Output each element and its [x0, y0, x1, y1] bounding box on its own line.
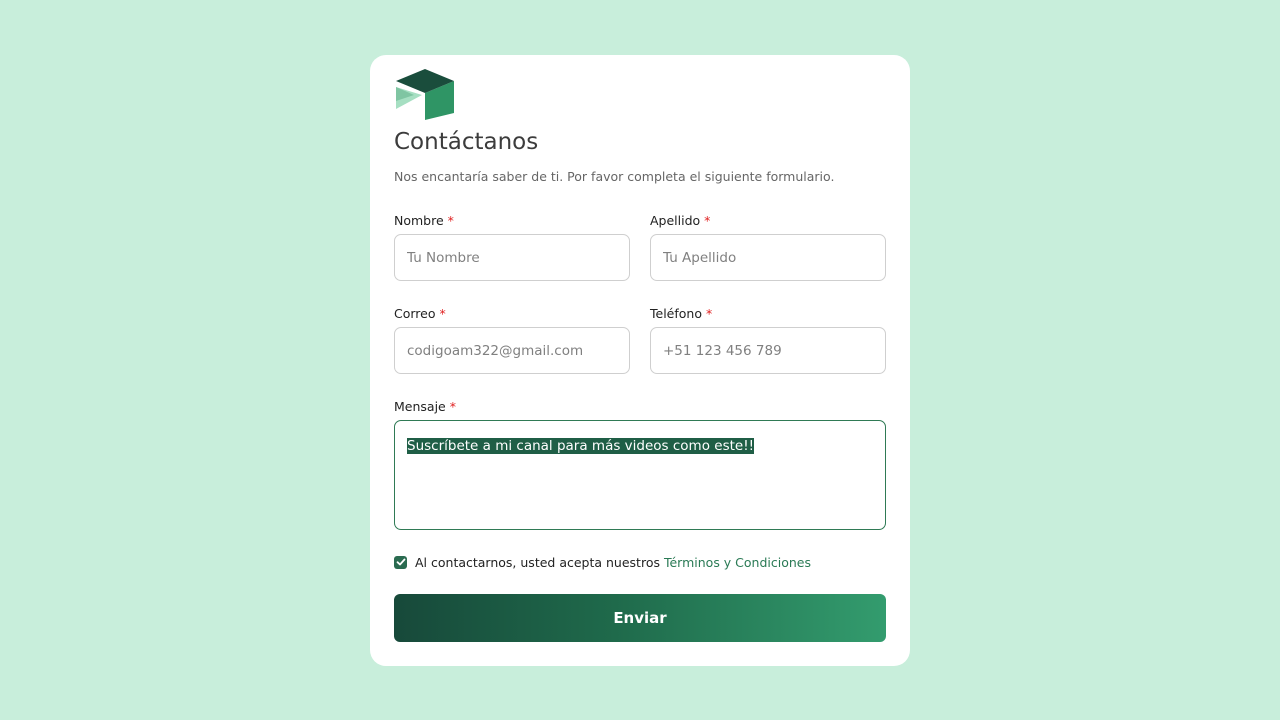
last-name-input[interactable] [650, 234, 886, 281]
terms-checkbox[interactable] [394, 555, 407, 569]
terms-link[interactable]: Términos y Condiciones [664, 555, 811, 570]
contact-card: Contáctanos Nos encantaría saber de ti. … [370, 55, 910, 666]
page-title: Contáctanos [394, 129, 539, 155]
required-mark: * [704, 213, 711, 228]
first-name-label: Nombre * [394, 213, 454, 228]
required-mark: * [439, 306, 446, 321]
terms-text: Al contactarnos, usted acepta nuestros [415, 554, 660, 570]
phone-label: Teléfono * [650, 306, 713, 321]
message-textarea[interactable]: Suscríbete a mi canal para más videos co… [394, 420, 886, 530]
required-mark: * [449, 399, 456, 414]
email-input[interactable] [394, 327, 630, 374]
message-label: Mensaje * [394, 399, 456, 414]
box-logo-icon [396, 69, 454, 120]
first-name-input[interactable] [394, 234, 630, 281]
required-mark: * [447, 213, 454, 228]
page-subtitle: Nos encantaría saber de ti. Por favor co… [394, 169, 835, 184]
check-icon [396, 558, 405, 566]
phone-input[interactable] [650, 327, 886, 374]
required-mark: * [705, 306, 713, 321]
last-name-label: Apellido * [650, 213, 711, 228]
terms-row: Al contactarnos, usted acepta nuestros T… [394, 554, 811, 570]
message-selected-text: Suscríbete a mi canal para más videos co… [407, 438, 755, 454]
submit-button[interactable]: Enviar [394, 594, 886, 642]
email-label: Correo * [394, 306, 446, 321]
